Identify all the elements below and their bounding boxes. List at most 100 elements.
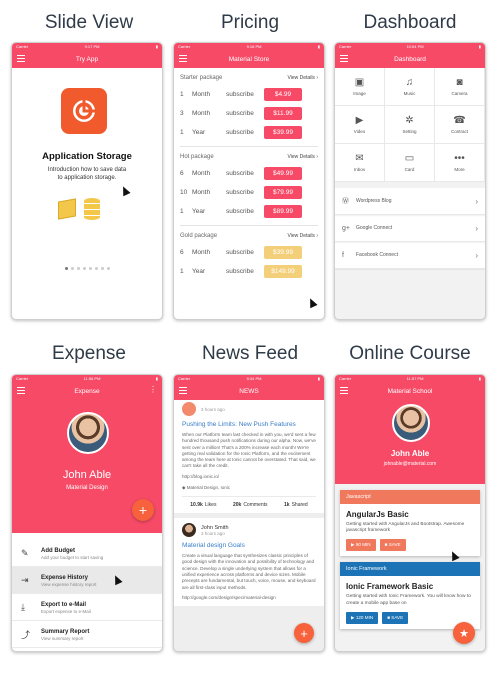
title-expense: Expense bbox=[52, 343, 126, 364]
list-item[interactable]: Ⓦ Wordpress Blog › bbox=[335, 188, 485, 215]
stat-label: Comments bbox=[243, 502, 268, 509]
tile-music[interactable]: ♫ Music bbox=[385, 68, 435, 106]
price-button[interactable]: $39.99 bbox=[264, 126, 302, 139]
dot[interactable] bbox=[82, 267, 86, 270]
battery-icon: ▮ bbox=[478, 44, 481, 49]
course-title: Ionic Framework Basic bbox=[346, 582, 434, 592]
menu-icon[interactable] bbox=[17, 55, 25, 62]
course-description: Getting started with AngularJs and Boots… bbox=[346, 522, 465, 534]
mouse-cursor bbox=[119, 184, 131, 197]
tile-more[interactable]: ••• More bbox=[435, 144, 485, 182]
duration-unit: Month bbox=[192, 189, 211, 196]
stat-shared[interactable]: 1k Shared bbox=[284, 502, 308, 508]
subscribe-label: subscribe bbox=[226, 189, 254, 196]
nav-title: NEWS bbox=[239, 387, 259, 395]
stat-comments[interactable]: 20k Comments bbox=[233, 502, 268, 508]
nav-bar: NEWS bbox=[174, 382, 324, 400]
title-dashboard: Dashboard bbox=[363, 12, 457, 33]
duration-unit: Month bbox=[192, 91, 211, 98]
tile-video[interactable]: ▶ Video bbox=[335, 106, 385, 144]
post-time: 3 hours ago bbox=[201, 530, 225, 536]
author-row: 3 hours ago bbox=[182, 402, 316, 416]
list-item[interactable]: f Facebook Connect › bbox=[335, 242, 485, 269]
tile-label: Inbox bbox=[353, 166, 365, 172]
price-button[interactable]: $49.99 bbox=[264, 167, 302, 180]
post-title[interactable]: Material design Goals bbox=[182, 542, 316, 549]
menu-icon[interactable] bbox=[179, 387, 187, 394]
course-list: Javascript AngularJs Basic Getting started… bbox=[335, 490, 485, 629]
chevron-right-icon: › bbox=[314, 154, 318, 160]
course-category: Javascript bbox=[340, 490, 480, 504]
price-button[interactable]: $4.99 bbox=[264, 88, 302, 101]
price-button[interactable]: $39.99 bbox=[264, 246, 302, 259]
view-details-label: View Details bbox=[287, 154, 315, 160]
dot[interactable] bbox=[100, 267, 104, 270]
post-link[interactable]: http://blog.ionic.io/ bbox=[182, 474, 316, 480]
post-link[interactable]: http://google.com/design/spec/material-d… bbox=[182, 595, 316, 601]
duration-button[interactable]: ▶ 90 MIN bbox=[346, 539, 376, 552]
dot[interactable] bbox=[106, 267, 110, 270]
phone-slide-view: Carrier 9:17 PM ▮ Try App Application Stor… bbox=[11, 42, 163, 320]
stat-likes[interactable]: 10.9k Likes bbox=[190, 502, 216, 508]
menu-title: Export to e-Mail bbox=[41, 601, 87, 608]
duration-unit: Year bbox=[192, 129, 206, 136]
expense-menu-item[interactable]: ✎ Add Budget Add your budget to start savi… bbox=[12, 540, 162, 567]
star-fab-button[interactable]: ★ bbox=[453, 622, 475, 644]
page-dots[interactable] bbox=[12, 267, 162, 270]
save-button[interactable]: ■ SAVE bbox=[382, 611, 409, 624]
expense-menu-item[interactable]: ⤓ Export to e-Mail Export expense to e-Mai… bbox=[12, 594, 162, 621]
more-vert-icon[interactable]: ⋮ bbox=[149, 385, 157, 394]
tile-contract[interactable]: ☎ Contract bbox=[435, 106, 485, 144]
phone-pricing: Carrier 9:18 PM ▮ Material Store Starter p… bbox=[173, 42, 325, 320]
dot[interactable] bbox=[88, 267, 92, 270]
dot-active[interactable] bbox=[64, 267, 68, 270]
chevron-right-icon: › bbox=[314, 233, 318, 239]
view-details-link[interactable]: View Details › bbox=[288, 75, 318, 81]
author-avatar bbox=[182, 402, 196, 416]
price-button[interactable]: $89.99 bbox=[264, 205, 302, 218]
menu-icon[interactable] bbox=[17, 387, 25, 394]
expense-menu-item[interactable]: ⤴ Summary Report View summary report bbox=[12, 621, 162, 648]
menu-icon[interactable] bbox=[179, 55, 187, 62]
dot[interactable] bbox=[76, 267, 80, 270]
tile-card[interactable]: ▭ Card bbox=[385, 144, 435, 182]
post-title[interactable]: Pushing the Limits: New Push Features bbox=[182, 421, 316, 428]
carrier-label: Carrier bbox=[16, 44, 29, 49]
stat-label: Shared bbox=[291, 502, 308, 509]
price-button[interactable]: $149.99 bbox=[264, 265, 302, 278]
package-1: Hot package View Details › 6 Month subscribe… bbox=[174, 150, 324, 226]
tile-setting[interactable]: ✲ Setting bbox=[385, 106, 435, 144]
dot[interactable] bbox=[94, 267, 98, 270]
tile-image[interactable]: ▣ Image bbox=[335, 68, 385, 106]
status-bar: Carrier 5:34 PM ▮ bbox=[174, 375, 324, 382]
chevron-right-icon: › bbox=[475, 196, 478, 206]
menu-icon[interactable] bbox=[340, 55, 348, 62]
price-button[interactable]: $79.99 bbox=[264, 186, 302, 199]
price-button[interactable]: $11.99 bbox=[264, 107, 302, 120]
view-details-label: View Details bbox=[287, 233, 315, 239]
nav-title: Expense bbox=[74, 387, 100, 395]
list-item[interactable]: g+ Google Connect › bbox=[335, 215, 485, 242]
duration-button[interactable]: ▶ 120 MIN bbox=[346, 611, 379, 624]
facebook-icon: f bbox=[342, 251, 344, 259]
tile-camera[interactable]: ◙ Camera bbox=[435, 68, 485, 106]
clock: 9:18 PM bbox=[246, 44, 262, 49]
nav-bar: Material School bbox=[335, 382, 485, 400]
view-details-link[interactable]: View Details › bbox=[288, 233, 318, 239]
expense-menu-item[interactable]: ⇥ Expense History View expense history rep… bbox=[12, 567, 162, 594]
pricing-list: Starter package View Details › 1 Month subsc… bbox=[174, 71, 324, 281]
course-description: Getting started with Ionic Framework. Yo… bbox=[346, 594, 471, 606]
tile-inbox[interactable]: ✉ Inbox bbox=[335, 144, 385, 182]
menu-icon[interactable] bbox=[340, 387, 348, 394]
dot[interactable] bbox=[70, 267, 74, 270]
add-fab-button[interactable]: + bbox=[132, 499, 154, 521]
post-body: Create a visual language that synthesize… bbox=[182, 553, 316, 590]
title-news-feed: News Feed bbox=[201, 343, 299, 364]
stat-value: 20k bbox=[232, 502, 242, 509]
profile-email: johnable@material.com bbox=[383, 461, 437, 467]
save-button[interactable]: ■ SAVE bbox=[379, 539, 406, 552]
view-details-link[interactable]: View Details › bbox=[288, 154, 318, 160]
add-fab-button[interactable]: + bbox=[294, 623, 314, 643]
tile-label: Music bbox=[403, 90, 416, 96]
subscribe-label: subscribe bbox=[226, 208, 254, 215]
